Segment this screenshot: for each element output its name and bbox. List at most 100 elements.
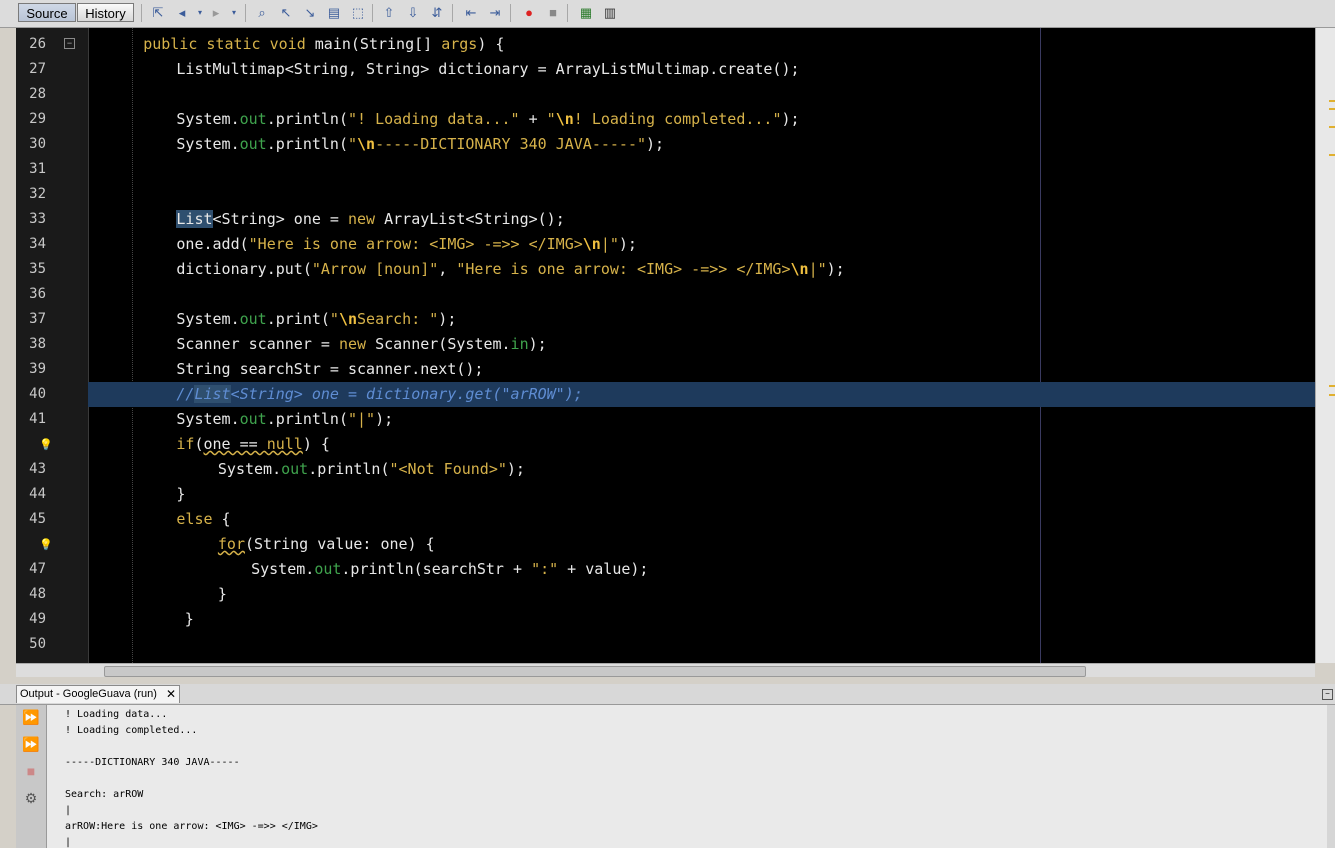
rerun-with-params-icon[interactable]: ⏩ — [22, 735, 40, 753]
code-line[interactable]: } — [88, 482, 1315, 507]
output-header: Output - GoogleGuava (run) ✕ − — [0, 684, 1335, 705]
line-number: 39 — [29, 361, 46, 377]
fold-collapse-icon[interactable]: − — [64, 38, 75, 49]
code-line[interactable]: System.out.println("<Not Found>"); — [88, 457, 1315, 482]
error-stripe-mark[interactable] — [1329, 154, 1335, 156]
error-stripe-mark[interactable] — [1329, 126, 1335, 128]
line-number: 35 — [29, 261, 46, 277]
code-line[interactable] — [88, 82, 1315, 107]
toggle-bookmark-icon[interactable]: ⇵ — [429, 5, 445, 21]
error-stripe-mark[interactable] — [1329, 100, 1335, 102]
code-line[interactable] — [88, 157, 1315, 182]
error-stripe-mark[interactable] — [1329, 385, 1335, 387]
code-line[interactable]: else { — [88, 507, 1315, 532]
start-macro-icon[interactable]: ● — [521, 5, 537, 21]
code-line[interactable]: System.out.println("\n-----DICTIONARY 34… — [88, 132, 1315, 157]
code-line[interactable]: ListMultimap<String, String> dictionary … — [88, 57, 1315, 82]
rerun-icon[interactable]: ⏩ — [22, 708, 40, 726]
code-text: System.out.print("\nSearch: "); — [176, 310, 457, 328]
code-line[interactable]: } — [88, 582, 1315, 607]
line-number: 34 — [29, 236, 46, 252]
line-number: 44 — [29, 486, 46, 502]
editor-vertical-scrollbar[interactable] — [1315, 28, 1335, 663]
code-text: one.add("Here is one arrow: <IMG> -=>> <… — [176, 235, 637, 253]
line-number: 31 — [29, 161, 46, 177]
comment-icon[interactable]: ▦ — [578, 5, 594, 21]
code-line[interactable]: public static void main(String[] args) { — [88, 32, 1315, 57]
line-number: 30 — [29, 136, 46, 152]
last-edit-icon[interactable]: ⇱ — [150, 5, 166, 21]
output-line: | — [65, 805, 72, 816]
code-area[interactable]: public static void main(String[] args) {… — [88, 28, 1315, 663]
forward-icon[interactable]: ▸ — [208, 5, 224, 21]
prev-bookmark-icon[interactable]: ⇧ — [381, 5, 397, 21]
code-text: for(String value: one) { — [217, 535, 435, 553]
code-text: Scanner scanner = new Scanner(System.in)… — [176, 335, 547, 353]
code-line[interactable]: one.add("Here is one arrow: <IMG> -=>> <… — [88, 232, 1315, 257]
code-line[interactable]: List<String> one = new ArrayList<String>… — [88, 207, 1315, 232]
back-dropdown-icon[interactable]: ▾ — [192, 5, 208, 21]
code-line[interactable]: System.out.println("|"); — [88, 407, 1315, 432]
hint-bulb-icon[interactable]: 💡 — [39, 538, 53, 551]
uncomment-icon[interactable]: ▥ — [602, 5, 618, 21]
code-line[interactable]: if(one == null) { — [88, 432, 1315, 457]
code-line[interactable]: String searchStr = scanner.next(); — [88, 357, 1315, 382]
code-line[interactable]: for(String value: one) { — [88, 532, 1315, 557]
forward-dropdown-icon[interactable]: ▾ — [226, 5, 242, 21]
line-number-gutter: 26 − 27 28 29 30 31 32 33 34 35 36 37 38… — [16, 28, 89, 663]
toolbar-separator — [452, 4, 453, 22]
tab-source[interactable]: Source — [18, 3, 76, 22]
toolbar-separator — [510, 4, 511, 22]
line-number: 49 — [29, 611, 46, 627]
stop-macro-icon[interactable]: ■ — [545, 5, 561, 21]
hint-bulb-icon[interactable]: 💡 — [39, 438, 53, 451]
toolbar-separator — [245, 4, 246, 22]
output-line: Search: arROW — [65, 789, 144, 800]
code-line-current[interactable]: //List<String> one = dictionary.get("arR… — [88, 382, 1315, 407]
code-text: System.out.println("|"); — [176, 410, 394, 428]
code-editor[interactable]: 26 − 27 28 29 30 31 32 33 34 35 36 37 38… — [16, 28, 1315, 663]
next-bookmark-icon[interactable]: ⇩ — [405, 5, 421, 21]
code-text: String searchStr = scanner.next(); — [176, 360, 484, 378]
editor-horizontal-scrollbar[interactable] — [16, 663, 1315, 677]
line-number: 26 — [29, 36, 46, 52]
output-vertical-scrollbar[interactable] — [1327, 705, 1335, 848]
settings-icon[interactable]: ⚙ — [22, 789, 40, 807]
tab-history[interactable]: History — [77, 3, 134, 22]
code-line[interactable]: System.out.println(searchStr + ":" + val… — [88, 557, 1315, 582]
close-icon[interactable]: ✕ — [166, 686, 176, 703]
line-number: 29 — [29, 111, 46, 127]
code-line[interactable]: System.out.println("! Loading data..." +… — [88, 107, 1315, 132]
code-line[interactable] — [88, 632, 1315, 657]
shift-left-icon[interactable]: ⇤ — [463, 5, 479, 21]
scroll-thumb[interactable] — [104, 666, 1086, 677]
error-stripe-mark[interactable] — [1329, 108, 1335, 110]
code-text: System.out.println("\n-----DICTIONARY 34… — [176, 135, 665, 153]
toggle-highlight-icon[interactable]: ▤ — [326, 5, 342, 21]
code-text: } — [184, 610, 194, 628]
line-number: 47 — [29, 561, 46, 577]
error-stripe-mark[interactable] — [1329, 394, 1335, 396]
line-number: 38 — [29, 336, 46, 352]
back-icon[interactable]: ◂ — [174, 5, 190, 21]
stop-icon[interactable]: ■ — [22, 762, 40, 780]
code-line[interactable]: } — [88, 607, 1315, 632]
code-text: dictionary.put("Arrow [noun]", "Here is … — [176, 260, 845, 278]
line-number: 43 — [29, 461, 46, 477]
line-number: 32 — [29, 186, 46, 202]
find-icon[interactable]: ⌕ — [254, 5, 270, 21]
code-text: System.out.println(searchStr + ":" + val… — [251, 560, 649, 578]
find-prev-icon[interactable]: ↖ — [278, 5, 294, 21]
code-line[interactable] — [88, 282, 1315, 307]
output-tab[interactable]: Output - GoogleGuava (run) ✕ — [16, 685, 180, 703]
find-next-icon[interactable]: ↘ — [302, 5, 318, 21]
shift-right-icon[interactable]: ⇥ — [487, 5, 503, 21]
code-line[interactable]: dictionary.put("Arrow [noun]", "Here is … — [88, 257, 1315, 282]
output-console[interactable]: ! Loading data... ! Loading completed...… — [47, 705, 1327, 848]
select-icon[interactable]: ⬚ — [350, 5, 366, 21]
toolbar-separator — [567, 4, 568, 22]
code-line[interactable]: Scanner scanner = new Scanner(System.in)… — [88, 332, 1315, 357]
code-line[interactable] — [88, 182, 1315, 207]
minimize-icon[interactable]: − — [1322, 689, 1333, 700]
code-line[interactable]: System.out.print("\nSearch: "); — [88, 307, 1315, 332]
